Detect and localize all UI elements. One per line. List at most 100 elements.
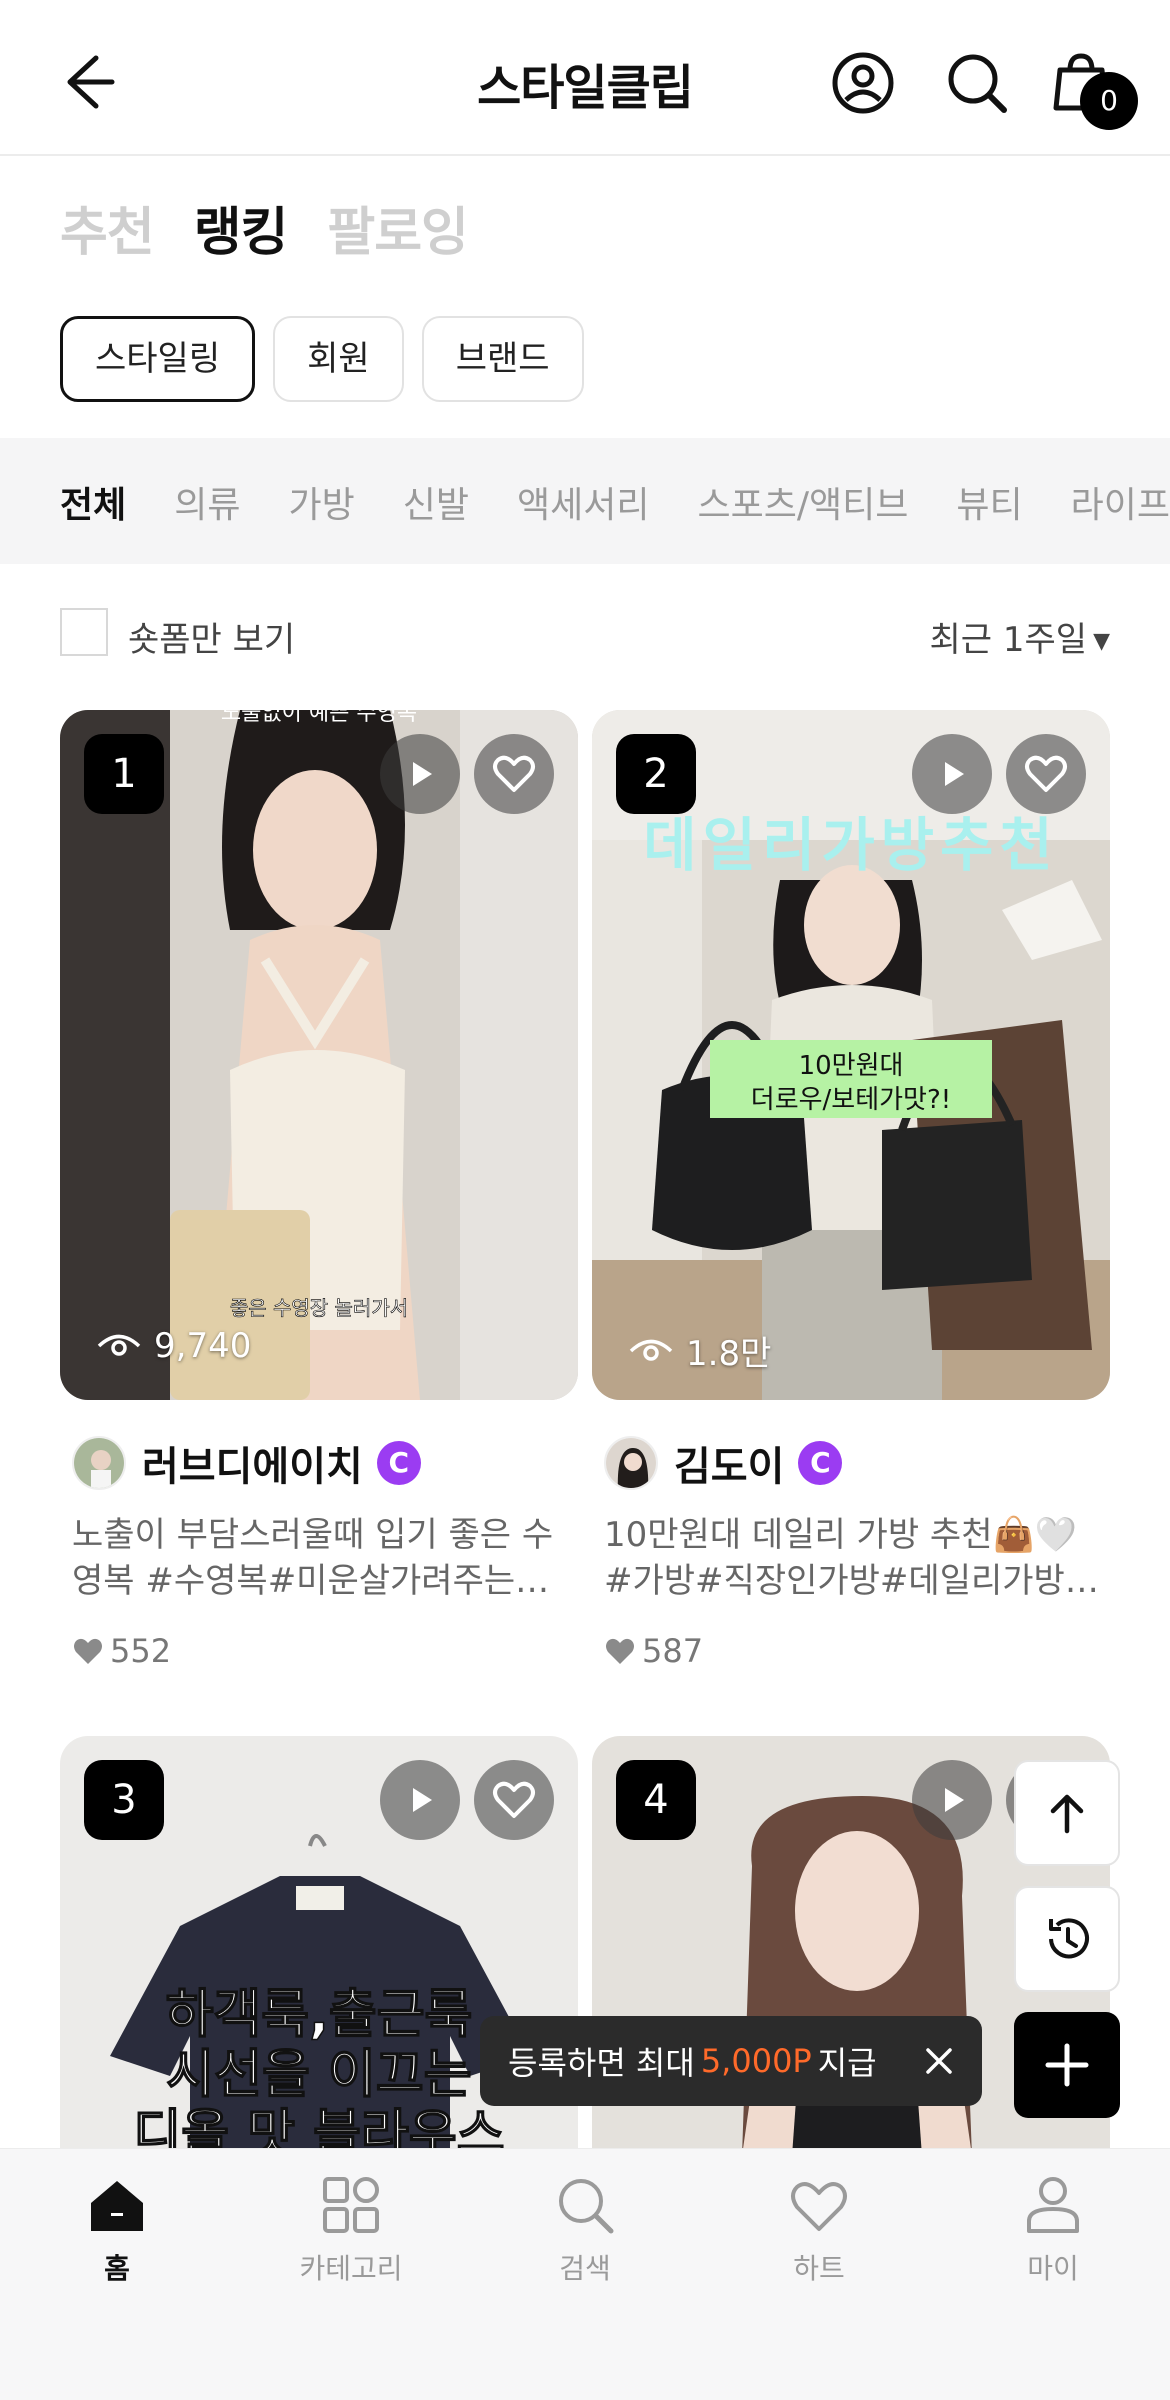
category-accessory[interactable]: 액세서리 <box>517 476 649 528</box>
play-icon <box>413 762 432 786</box>
clip-thumbnail[interactable]: 데일리가방추천 10만원대 더로우/보테가맛?! 2 1.8만 <box>592 710 1110 1400</box>
nav-label: 하트 <box>793 2252 845 2285</box>
creator-badge: C <box>376 1441 421 1485</box>
cart-count-badge: 0 <box>1080 72 1138 130</box>
tab-following[interactable]: 팔로잉 <box>327 190 469 265</box>
overlay-text-top: 노출없이 예쁜 수영복 <box>221 710 417 726</box>
shop-only-label[interactable]: 숏폼만 보기 <box>128 612 295 661</box>
heart-icon <box>493 755 535 792</box>
scroll-top-button[interactable] <box>1014 1760 1120 1866</box>
play-button[interactable] <box>380 734 460 814</box>
play-button[interactable] <box>380 1760 460 1840</box>
search-icon <box>559 2179 614 2234</box>
like-count: 587 <box>604 1632 703 1670</box>
rank-badge: 1 <box>84 734 164 814</box>
period-label: 최근 1주일 <box>929 620 1088 660</box>
rank-badge: 4 <box>616 1760 696 1840</box>
category-sports[interactable]: 스포츠/액티브 <box>697 476 908 528</box>
author-name[interactable]: 러브디에이치 <box>142 1434 363 1492</box>
history-button[interactable] <box>1014 1886 1120 1992</box>
nav-label: 검색 <box>559 2252 611 2285</box>
author-row[interactable]: 러브디에이치 C <box>72 1434 421 1492</box>
toast-amount: 5,000P <box>700 2042 812 2080</box>
chip-member[interactable]: 회원 <box>273 316 404 402</box>
overlay-caption: 10만원대 <box>799 1051 904 1081</box>
caret-down-icon: ▼ <box>1093 629 1110 654</box>
clip-description[interactable]: 노출이 부담스러울때 입기 좋은 수 영복 #수영복#미운살가려주는수영복 <box>72 1512 572 1604</box>
category-all[interactable]: 전체 <box>60 476 126 528</box>
nav-label: 홈 <box>104 2252 130 2285</box>
close-icon[interactable] <box>922 2044 956 2078</box>
avatar[interactable] <box>604 1436 658 1490</box>
category-beauty[interactable]: 뷰티 <box>956 476 1022 528</box>
overlay-text: 하객룩,출근룩 <box>166 1985 473 2045</box>
app-header: 스타일클립 0 <box>0 0 1170 156</box>
options-row: 숏폼만 보기 최근 1주일 ▼ <box>60 608 1110 661</box>
description-line: #가방#직장인가방#데일리가방#추천 <box>604 1561 1104 1601</box>
rank-badge: 3 <box>84 1760 164 1840</box>
clip-thumbnail[interactable]: 노출없이 예쁜 수영복 좋은 수영장 놀러가서 1 9,740 <box>60 710 578 1400</box>
author-name[interactable]: 김도이 <box>674 1434 784 1492</box>
overlay-title: 데일리가방추천 <box>643 811 1059 879</box>
overlay-text: 시선을 이끄는 <box>166 2045 471 2105</box>
chip-brand[interactable]: 브랜드 <box>421 316 584 402</box>
like-count-value: 587 <box>642 1632 704 1670</box>
top-tabs: 추천 랭킹 팔로잉 <box>60 190 469 265</box>
category-bag[interactable]: 가방 <box>289 476 355 528</box>
nav-category[interactable]: 카테고리 <box>271 2173 431 2287</box>
profile-icon[interactable] <box>830 50 896 116</box>
filter-chips: 스타일링 회원 브랜드 <box>60 316 584 402</box>
author-row[interactable]: 김도이 C <box>604 1434 843 1492</box>
nav-search[interactable]: 검색 <box>505 2173 665 2287</box>
description-line: 노출이 부담스러울때 입기 좋은 수 <box>72 1515 554 1555</box>
like-count-value: 552 <box>110 1632 172 1670</box>
heart-icon <box>493 1781 535 1818</box>
category-clothing[interactable]: 의류 <box>174 476 240 528</box>
like-button[interactable] <box>474 734 554 814</box>
rank-badge: 2 <box>616 734 696 814</box>
nav-home[interactable]: 홈 <box>37 2173 197 2287</box>
toast-prefix: 등록하면 최대 <box>508 2044 695 2082</box>
view-count: 1.8만 <box>628 1326 771 1375</box>
category-shoes[interactable]: 신발 <box>403 476 469 528</box>
category-grid-icon <box>323 2177 379 2233</box>
eye-icon <box>97 1334 141 1356</box>
description-line: 영복 #수영복#미운살가려주는수영복 <box>72 1561 572 1601</box>
play-icon <box>413 1788 432 1812</box>
view-count: 9,740 <box>96 1326 251 1366</box>
eye-icon <box>629 1339 673 1361</box>
category-bar: 전체 의류 가방 신발 액세서리 스포츠/액티브 뷰티 라이프 <box>0 438 1170 564</box>
add-clip-button[interactable] <box>1014 2012 1120 2118</box>
like-count: 552 <box>72 1632 171 1670</box>
creator-badge: C <box>798 1441 843 1485</box>
heart-filled-icon <box>74 1638 102 1664</box>
tab-recommend[interactable]: 추천 <box>60 190 155 265</box>
nav-label: 마이 <box>1027 2252 1079 2285</box>
view-count-value: 9,740 <box>154 1326 252 1366</box>
play-icon <box>945 1788 964 1812</box>
nav-my[interactable]: 마이 <box>973 2173 1133 2287</box>
period-dropdown[interactable]: 최근 1주일 ▼ <box>930 612 1110 661</box>
avatar[interactable] <box>72 1436 126 1490</box>
description-line: 10만원대 데일리 가방 추천👜🤍 <box>604 1515 1078 1555</box>
person-icon <box>1027 2177 1079 2233</box>
play-button[interactable] <box>912 1760 992 1840</box>
clip-description[interactable]: 10만원대 데일리 가방 추천👜🤍 #가방#직장인가방#데일리가방#추천 <box>604 1512 1104 1604</box>
shop-only-checkbox[interactable] <box>60 608 108 656</box>
nav-heart[interactable]: 하트 <box>739 2173 899 2287</box>
category-life[interactable]: 라이프 <box>1071 476 1170 528</box>
play-icon <box>945 762 964 786</box>
nav-label: 카테고리 <box>299 2252 403 2285</box>
view-count-value: 1.8만 <box>686 1334 772 1374</box>
play-button[interactable] <box>912 734 992 814</box>
search-icon[interactable] <box>944 50 1010 116</box>
overlay-text-bottom: 좋은 수영장 놀러가서 <box>230 1296 408 1320</box>
plus-icon <box>1045 2043 1089 2087</box>
chip-styling[interactable]: 스타일링 <box>60 316 256 402</box>
toast-suffix: 지급 <box>817 2044 877 2082</box>
like-button[interactable] <box>474 1760 554 1840</box>
tab-ranking[interactable]: 랭킹 <box>194 190 289 265</box>
like-button[interactable] <box>1006 734 1086 814</box>
arrow-up-icon <box>1050 1794 1084 1834</box>
promo-toast[interactable]: 등록하면 최대 5,000P 지급 <box>480 2016 982 2106</box>
